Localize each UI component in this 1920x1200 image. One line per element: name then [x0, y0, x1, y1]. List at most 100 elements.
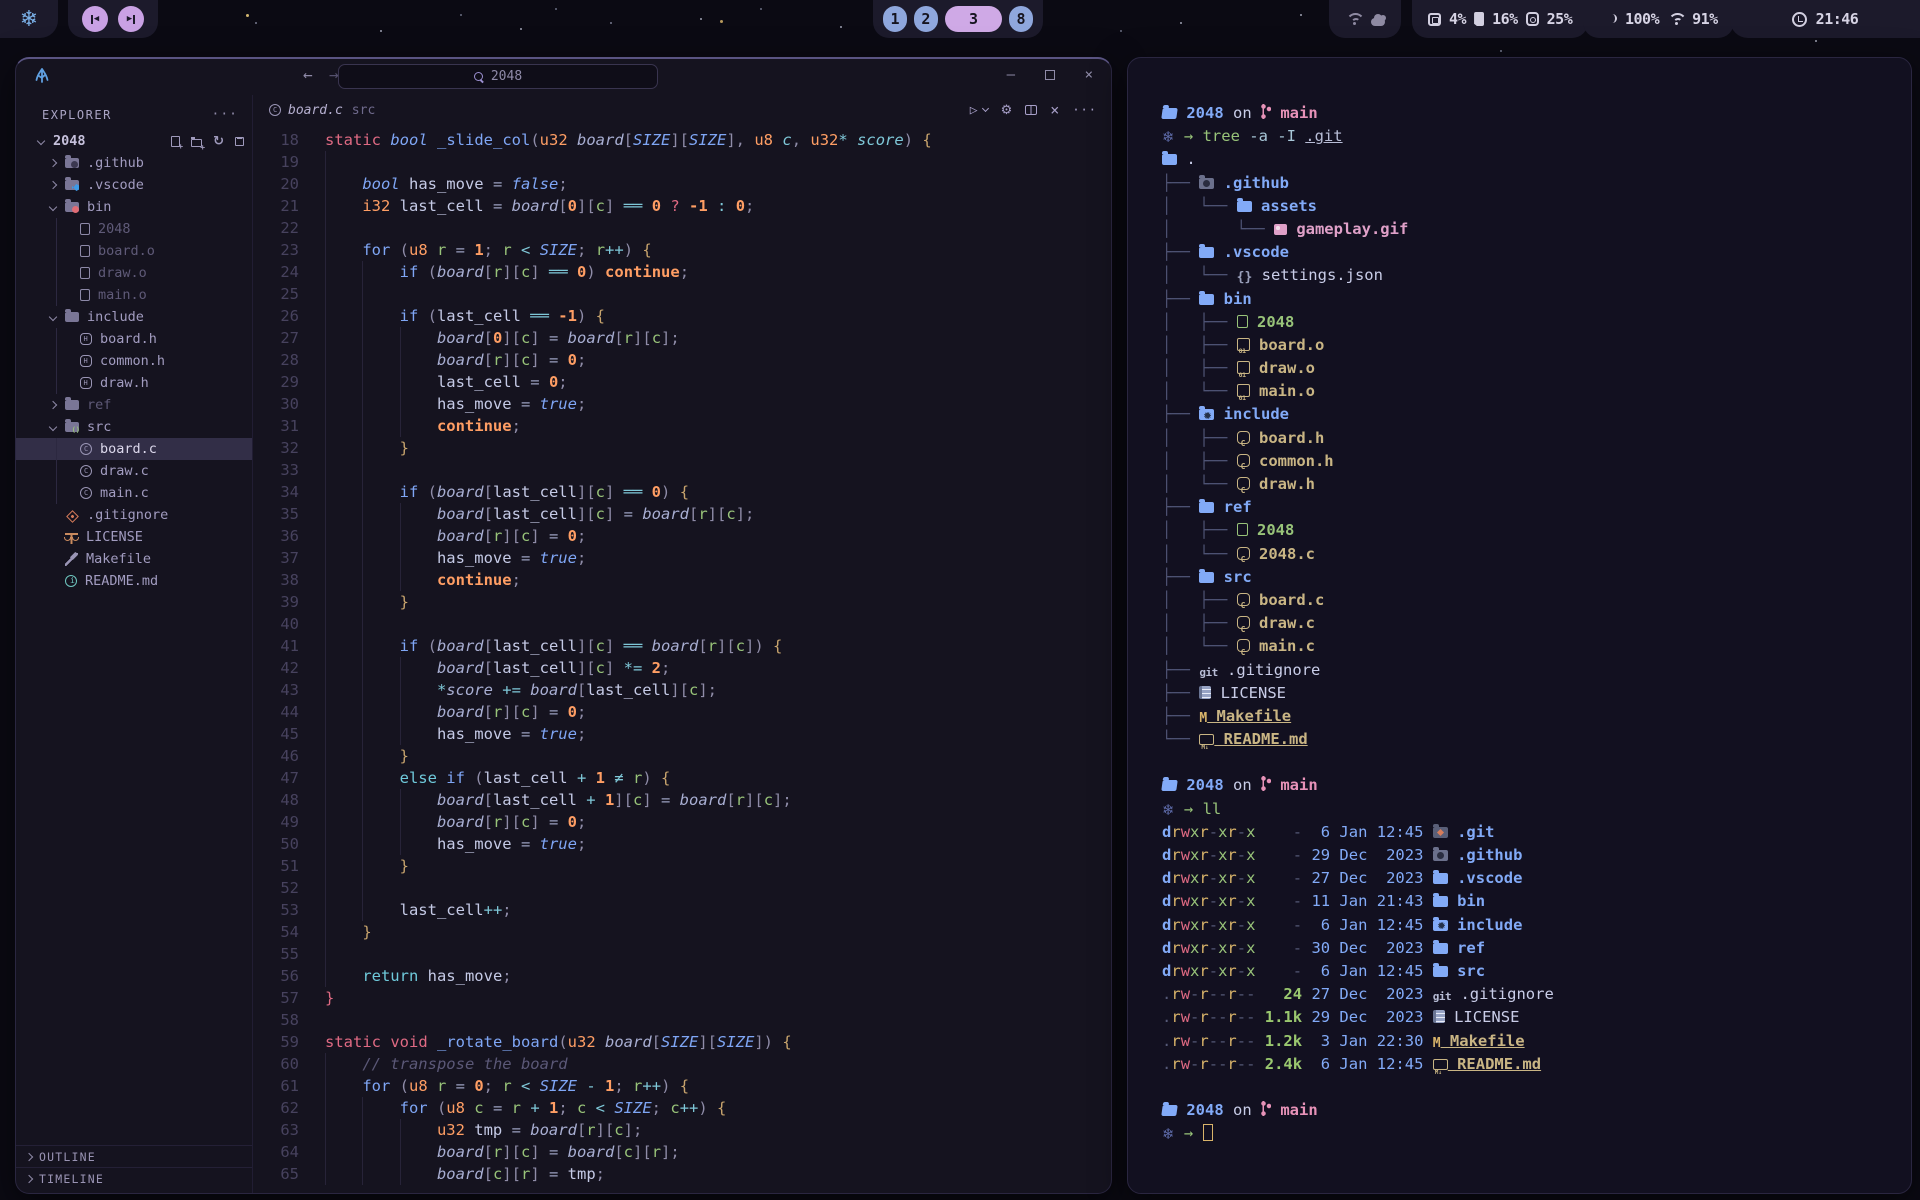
launcher-button[interactable]: ❄	[0, 0, 58, 38]
split-editor-icon[interactable]	[1025, 105, 1037, 115]
breadcrumb-bar[interactable]: board.c src ▷ ⚙ × ···	[253, 95, 1111, 125]
terminal-line: drwxr-xr-x - 6 Jan 12:45 src	[1162, 960, 1911, 983]
code-editor[interactable]: 18static bool _slide_col(u32 board[SIZE]…	[253, 125, 1111, 1193]
code-line-45: 45has_move = true;	[253, 723, 1111, 745]
media-prev-button[interactable]: ◀	[82, 6, 108, 32]
breadcrumb-parent[interactable]: src	[352, 103, 375, 118]
editor-titlebar[interactable]: ← → 2048 – ×	[16, 59, 1111, 95]
cloud-icon[interactable]	[1371, 18, 1385, 26]
media-next-button[interactable]: ▶	[118, 6, 144, 32]
code-token: )	[904, 131, 923, 149]
code-token: last_cell	[437, 373, 530, 391]
explorer-item-README.md[interactable]: README.md	[16, 570, 252, 592]
file-label: Makefile	[86, 551, 151, 567]
perm-char: -	[1237, 962, 1246, 980]
explorer-item-src[interactable]: src	[16, 416, 252, 438]
new-folder-icon[interactable]	[191, 139, 202, 147]
term-token: .github	[1448, 846, 1523, 864]
command-center-search[interactable]: 2048	[338, 64, 658, 89]
speaker-icon[interactable]	[1599, 12, 1617, 26]
code-token: has_move	[437, 549, 521, 567]
code-line-62: 62for (u8 c = r + 1; c < SIZE; c++) {	[253, 1097, 1111, 1119]
run-dropdown-icon[interactable]	[982, 105, 989, 112]
explorer-item-common.h[interactable]: common.h	[16, 350, 252, 372]
close-editor-icon[interactable]: ×	[1050, 101, 1059, 119]
wifi-icon[interactable]	[1667, 13, 1684, 25]
workspace-3-active[interactable]: 3	[945, 6, 1002, 32]
minimize-button[interactable]: –	[1007, 67, 1015, 83]
perm-char: x	[1218, 869, 1227, 887]
maximize-button[interactable]	[1045, 70, 1055, 80]
breadcrumb-file[interactable]: board.c	[288, 103, 343, 118]
term-token: │ ├──	[1162, 591, 1237, 609]
workspace-1[interactable]: 1	[883, 6, 907, 32]
explorer-more-icon[interactable]: ···	[212, 107, 238, 122]
code-line-42: 42board[last_cell][c] *= 2;	[253, 657, 1111, 679]
code-token: if	[400, 637, 428, 655]
code-token: )	[661, 1077, 680, 1095]
workspace-2[interactable]: 2	[914, 6, 938, 32]
perm-char: r	[1199, 869, 1208, 887]
code-token: ;	[577, 813, 586, 831]
term-token: .	[1177, 150, 1196, 168]
explorer-item-.vscode[interactable]: .vscode	[16, 174, 252, 196]
explorer-item-.gitignore[interactable]: .gitignore	[16, 504, 252, 526]
mdbox-icon	[1199, 734, 1214, 745]
img-icon	[1274, 224, 1287, 235]
explorer-item-bin[interactable]: bin	[16, 196, 252, 218]
explorer-item-draw.c[interactable]: draw.c	[16, 460, 252, 482]
collapse-folders-icon[interactable]	[235, 137, 244, 146]
settings-gear-icon[interactable]: ⚙	[1001, 103, 1013, 118]
explorer-item-board.h[interactable]: board.h	[16, 328, 252, 350]
line-number: 47	[253, 767, 299, 789]
terminal-window[interactable]: 2048 on main → tree -a -I .git .├── .git…	[1127, 57, 1912, 1194]
explorer-root-folder[interactable]: 2048 ↻	[16, 130, 252, 152]
code-token: ][	[502, 527, 521, 545]
perm-char: r	[1199, 892, 1208, 910]
run-debug-icon[interactable]: ▷	[970, 103, 978, 118]
perm-char: w	[1181, 916, 1190, 934]
timeline-section[interactable]: TIMELINE	[16, 1167, 252, 1189]
code-token: {	[680, 483, 689, 501]
clock-widget[interactable]: 21:46	[1730, 0, 1920, 38]
refresh-explorer-icon[interactable]: ↻	[213, 135, 224, 148]
indent-guide	[325, 283, 362, 305]
foldergear-icon	[1199, 409, 1214, 420]
explorer-item-draw.h[interactable]: draw.h	[16, 372, 252, 394]
code-line-35: 35board[last_cell][c] = board[r][c];	[253, 503, 1111, 525]
file-label: draw.h	[100, 375, 149, 391]
explorer-item-ref[interactable]: ref	[16, 394, 252, 416]
code-token: =	[624, 505, 643, 523]
nav-back-button[interactable]: ←	[303, 65, 313, 84]
explorer-item-main.o[interactable]: main.o	[16, 284, 252, 306]
explorer-item-LICENSE[interactable]: LICENSE	[16, 526, 252, 548]
explorer-item-include[interactable]: include	[16, 306, 252, 328]
explorer-item-board.o[interactable]: board.o	[16, 240, 252, 262]
explorer-item-board.c[interactable]: board.c	[16, 438, 252, 460]
code-token: (	[558, 1033, 567, 1051]
code-token: =	[456, 1077, 475, 1095]
code-token: ══	[624, 483, 652, 501]
explorer-item-.github[interactable]: .github	[16, 152, 252, 174]
folderopen-icon	[1161, 780, 1178, 791]
explorer-item-Makefile[interactable]: Makefile	[16, 548, 252, 570]
code-line-30: 30has_move = true;	[253, 393, 1111, 415]
folderblue-icon	[1433, 873, 1448, 884]
explorer-item-draw.o[interactable]: draw.o	[16, 262, 252, 284]
folderblue-icon	[1433, 966, 1448, 977]
line-number: 28	[253, 349, 299, 371]
code-token: <	[596, 1099, 615, 1117]
chevron-down-icon	[37, 137, 45, 145]
workspace-8[interactable]: 8	[1009, 6, 1033, 32]
explorer-item-2048[interactable]: 2048	[16, 218, 252, 240]
explorer-item-main.c[interactable]: main.c	[16, 482, 252, 504]
indent-guide	[325, 481, 362, 503]
new-file-icon[interactable]	[171, 136, 180, 147]
tree-indent-guide	[56, 328, 57, 350]
code-token: c	[596, 637, 605, 655]
outline-section[interactable]: OUTLINE	[16, 1145, 252, 1167]
close-window-button[interactable]: ×	[1085, 67, 1093, 83]
code-token: c	[521, 703, 530, 721]
more-actions-icon[interactable]: ···	[1072, 103, 1097, 117]
vpn-wifi-icon[interactable]	[1345, 13, 1359, 25]
